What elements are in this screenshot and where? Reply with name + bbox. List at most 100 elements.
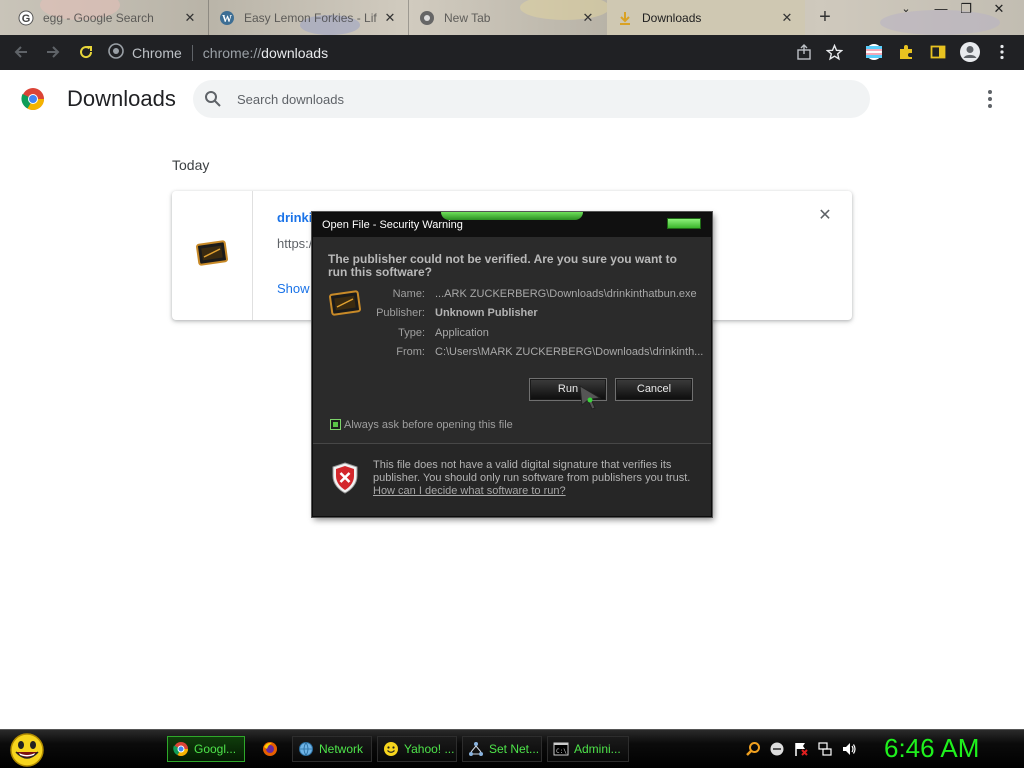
- browser-toolbar: Chrome chrome://downloads: [0, 35, 1024, 70]
- forward-arrow-icon[interactable]: [41, 40, 65, 64]
- taskbar-set-network-button[interactable]: Set Net...: [462, 736, 542, 762]
- type-value: Application: [435, 327, 489, 339]
- extensions-puzzle-icon[interactable]: [894, 40, 918, 64]
- taskbar-button-label: Admini...: [574, 742, 621, 756]
- smiley-icon: [383, 741, 399, 757]
- bookmark-star-icon[interactable]: [822, 40, 846, 64]
- side-panel-icon[interactable]: [926, 40, 950, 64]
- tray-network-icon[interactable]: [816, 740, 834, 758]
- from-label: From:: [396, 346, 425, 358]
- cancel-button[interactable]: Cancel: [615, 378, 693, 401]
- taskbar-admin-cmd-button[interactable]: C:\ Admini...: [547, 736, 629, 762]
- taskbar-button-label: Set Net...: [489, 742, 540, 756]
- tab-close-icon[interactable]: ✕: [182, 10, 198, 26]
- always-ask-label[interactable]: Always ask before opening this file: [344, 419, 513, 431]
- download-icon: [617, 10, 633, 26]
- minimize-button[interactable]: —: [930, 0, 952, 20]
- remove-download-icon[interactable]: ✕: [817, 208, 833, 224]
- decide-software-help-link[interactable]: How can I decide what software to run?: [373, 485, 566, 497]
- restore-button[interactable]: ❐: [955, 0, 977, 20]
- date-group-label: Today: [172, 157, 210, 173]
- file-icon-column: [172, 191, 253, 320]
- svg-text:G: G: [22, 13, 31, 25]
- svg-text:C:\: C:\: [556, 748, 567, 755]
- download-source-url[interactable]: https:/: [277, 236, 312, 251]
- chrome-logo-icon: [21, 87, 45, 111]
- tray-volume-icon[interactable]: [840, 740, 858, 758]
- name-label: Name:: [392, 288, 425, 300]
- taskbar-button-label: Googl...: [194, 742, 237, 756]
- browser-menu-icon[interactable]: [990, 40, 1014, 64]
- tab-downloads[interactable]: Downloads ✕: [607, 0, 805, 35]
- address-bar[interactable]: Chrome chrome://downloads: [108, 39, 848, 66]
- tab-close-icon[interactable]: ✕: [580, 10, 596, 26]
- dialog-close-button[interactable]: [667, 218, 701, 229]
- window-close-button[interactable]: ✕: [988, 0, 1010, 20]
- dialog-info-text-block: This file does not have a valid digital …: [373, 459, 693, 498]
- tab-title: New Tab: [444, 10, 491, 25]
- dialog-info-panel: This file does not have a valid digital …: [313, 443, 711, 516]
- tray-action-center-flag-icon[interactable]: [792, 740, 810, 758]
- taskbar-button-label: Network: [319, 742, 364, 756]
- tray-status-icon[interactable]: [768, 740, 786, 758]
- new-tab-button[interactable]: +: [814, 7, 836, 29]
- back-arrow-icon[interactable]: [9, 40, 33, 64]
- publisher-label: Publisher:: [376, 307, 425, 319]
- site-label: Chrome: [132, 44, 182, 61]
- chrome-site-icon: [108, 43, 124, 62]
- share-icon[interactable]: [792, 40, 816, 64]
- search-downloads-bar[interactable]: [193, 80, 870, 118]
- name-value: ...ARK ZUCKERBERG\Downloads\drinkinthatb…: [435, 288, 697, 300]
- tab-title: egg - Google Search: [43, 10, 154, 25]
- dialog-title: Open File - Security Warning: [322, 219, 463, 231]
- exe-file-icon: [329, 289, 361, 320]
- tab-title: Downloads: [642, 10, 702, 25]
- taskbar-button-label: Yahoo! ...: [404, 742, 455, 756]
- publisher-value: Unknown Publisher: [435, 307, 538, 319]
- browser-tab-strip: G egg - Google Search ✕ W Easy Lemon For…: [0, 0, 1024, 35]
- dialog-headline: The publisher could not be verified. Are…: [328, 252, 677, 279]
- reload-icon[interactable]: [74, 40, 98, 64]
- mouse-cursor-icon: [578, 384, 604, 410]
- always-ask-checkbox[interactable]: [330, 419, 341, 430]
- tab-new-tab[interactable]: New Tab ✕: [408, 0, 606, 35]
- command-prompt-icon: C:\: [553, 741, 569, 757]
- taskbar-firefox-button[interactable]: [256, 736, 286, 762]
- google-icon: G: [18, 10, 34, 26]
- firefox-icon: [262, 741, 278, 757]
- profile-avatar-icon[interactable]: [958, 40, 982, 64]
- taskbar-yahoo-button[interactable]: Yahoo! ...: [377, 736, 457, 762]
- svg-text:W: W: [222, 14, 232, 25]
- network-setup-icon: [468, 741, 484, 757]
- search-icon: [203, 89, 223, 109]
- more-actions-icon[interactable]: [980, 89, 1000, 109]
- tab-title: Easy Lemon Forkies - Lif: [244, 10, 377, 25]
- type-label: Type:: [398, 327, 425, 339]
- omnibox-divider: [191, 44, 193, 61]
- signature-warning-text: This file does not have a valid digital …: [373, 459, 691, 484]
- taskbar-clock[interactable]: 6:46 AM: [884, 733, 979, 764]
- tab-close-icon[interactable]: ✕: [382, 10, 398, 26]
- tab-google-search[interactable]: G egg - Google Search ✕: [8, 0, 208, 35]
- show-in-folder-link[interactable]: Show: [277, 281, 310, 296]
- chrome-icon: [419, 10, 435, 26]
- wordpress-icon: W: [219, 10, 235, 26]
- security-warning-dialog: Open File - Security Warning The publish…: [312, 212, 712, 517]
- exe-file-icon: [196, 239, 228, 272]
- tab-lemon-forkies[interactable]: W Easy Lemon Forkies - Lif ✕: [208, 0, 408, 35]
- tab-search-icon[interactable]: ⌄: [898, 0, 914, 20]
- start-button-smiley-icon[interactable]: [8, 732, 46, 768]
- taskbar-network-button[interactable]: Network: [292, 736, 372, 762]
- flag-extension-icon[interactable]: [862, 40, 886, 64]
- taskbar-chrome-button[interactable]: Googl...: [167, 736, 245, 762]
- network-globe-icon: [298, 741, 314, 757]
- url-host: downloads: [261, 44, 329, 61]
- tray-search-icon[interactable]: [744, 740, 762, 758]
- from-value: C:\Users\MARK ZUCKERBERG\Downloads\drink…: [435, 346, 704, 358]
- search-input[interactable]: [237, 91, 797, 107]
- page-title: Downloads: [67, 86, 176, 111]
- url-scheme: chrome://: [202, 44, 262, 61]
- chrome-icon: [173, 741, 189, 757]
- windows-taskbar: Googl... Network Yahoo! ... Set Net... C…: [0, 729, 1024, 768]
- tab-close-icon[interactable]: ✕: [779, 10, 795, 26]
